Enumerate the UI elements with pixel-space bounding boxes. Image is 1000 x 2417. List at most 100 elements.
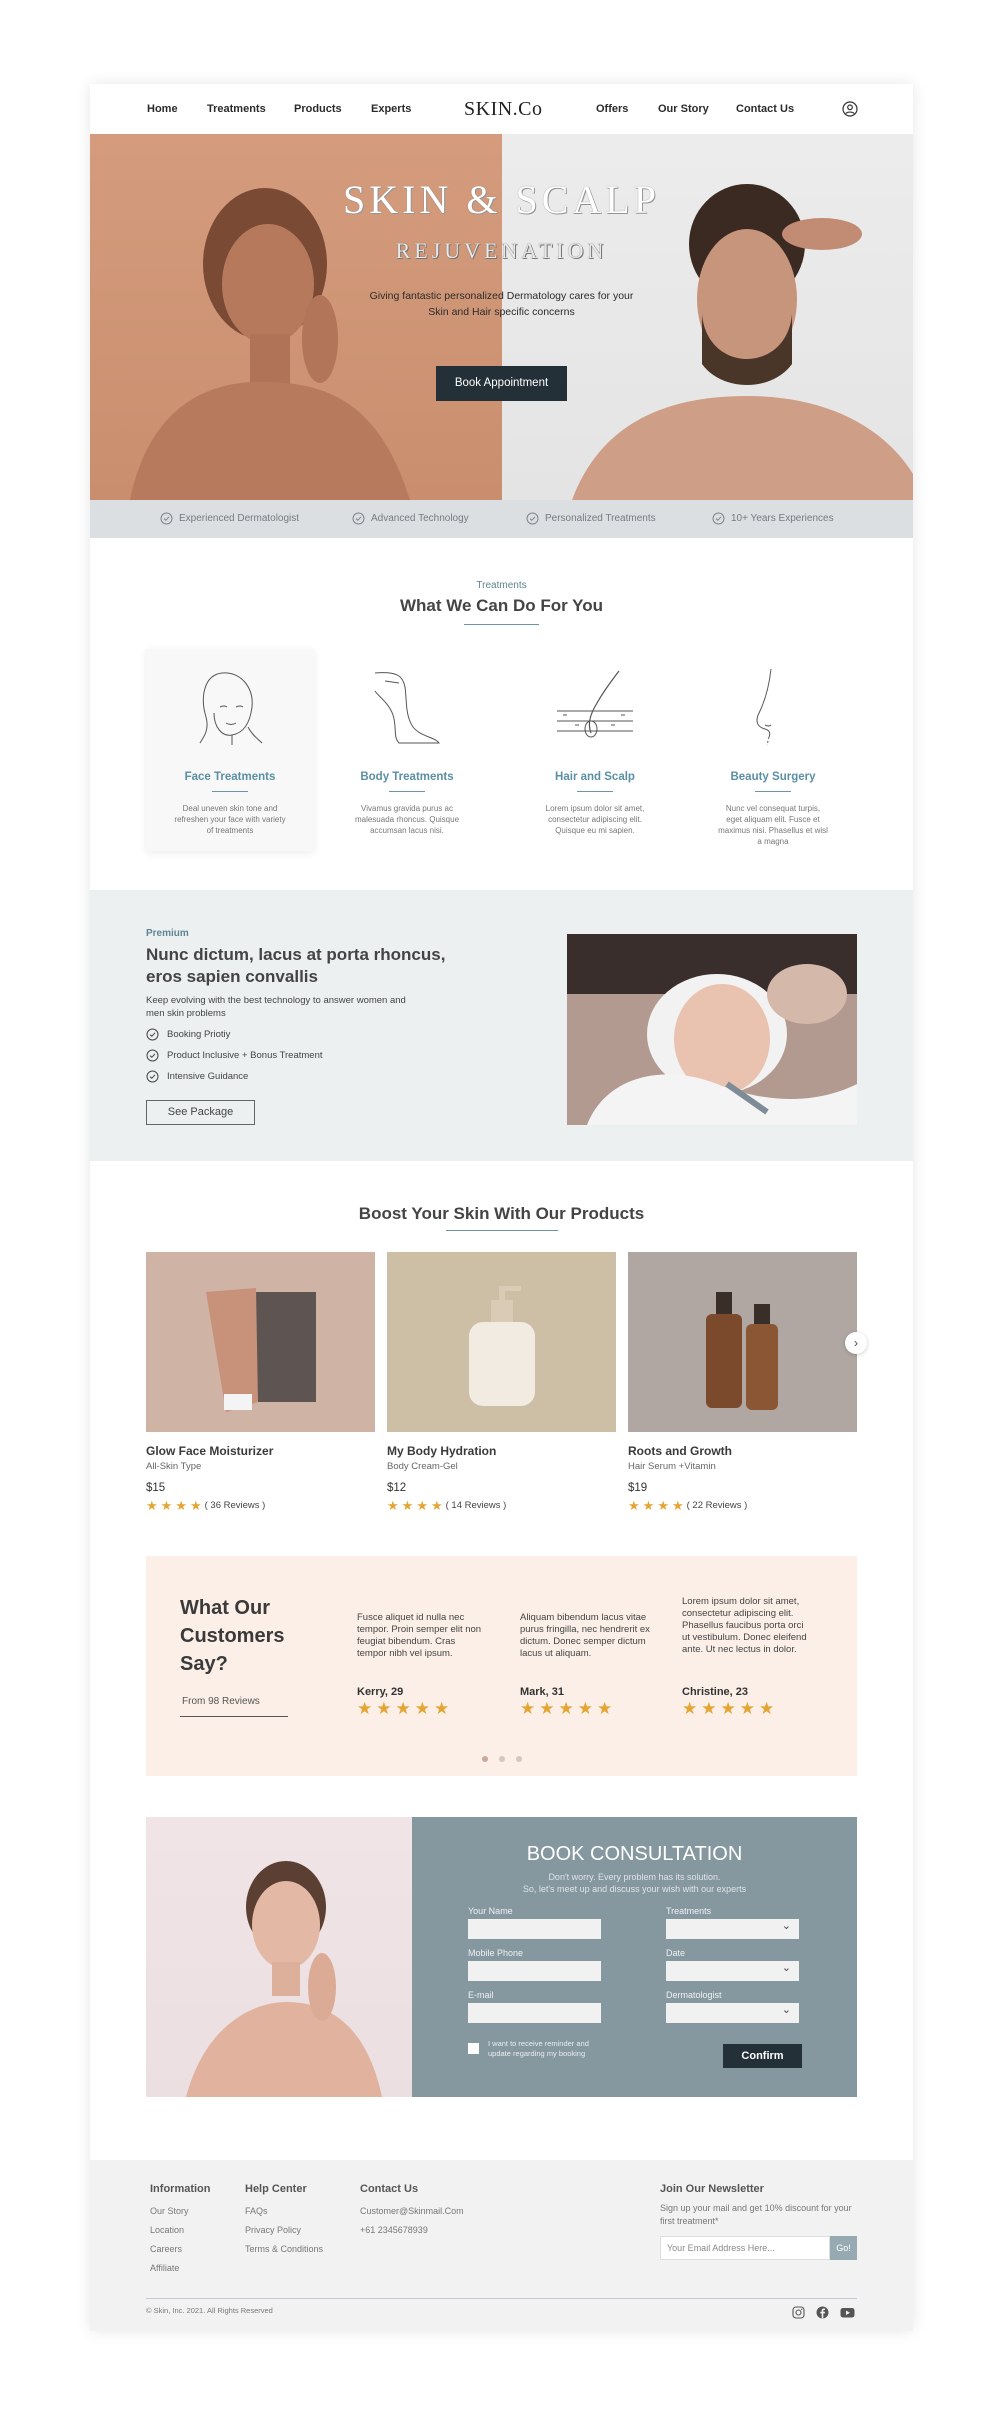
star-icon: ★ <box>357 1699 373 1718</box>
product-card[interactable]: Glow Face Moisturizer All-Skin Type $15 … <box>146 1252 375 1512</box>
see-package-button[interactable]: See Package <box>146 1100 255 1125</box>
check-circle-icon <box>160 512 173 525</box>
footer-link[interactable]: Careers <box>150 2244 182 2254</box>
dermatologist-select[interactable] <box>666 2003 799 2023</box>
carousel-dot[interactable] <box>499 1756 505 1762</box>
testimonial-author: Mark, 31 <box>520 1686 565 1698</box>
star-icon: ★ <box>539 1699 555 1718</box>
treatment-name: Beauty Surgery <box>730 771 816 783</box>
treatments-title: What We Can Do For You <box>399 596 604 615</box>
footer-help-title: Help Center <box>245 2183 307 2195</box>
email-label: E-mail <box>468 1990 494 2000</box>
footer-link[interactable]: Affiliate <box>150 2263 179 2273</box>
treatments-select[interactable] <box>666 1919 799 1939</box>
footer-link[interactable]: Location <box>150 2225 184 2235</box>
star-icon: ★ <box>577 1699 593 1718</box>
nav-contact[interactable]: Contact Us <box>736 103 794 115</box>
name-field[interactable] <box>468 1919 601 1939</box>
product-type: All-Skin Type <box>146 1461 202 1472</box>
treatment-card-surgery[interactable]: Beauty Surgery Nunc vel consequat turpis… <box>689 649 857 851</box>
testimonials-title: What Our Customers Say? <box>180 1597 285 1675</box>
testimonials-count[interactable]: From 98 Reviews <box>182 1696 260 1707</box>
newsletter-go-button[interactable]: Go! <box>830 2236 857 2260</box>
date-select[interactable] <box>666 1961 799 1981</box>
carousel-dot[interactable] <box>516 1756 522 1762</box>
footer-link[interactable]: Terms & Conditions <box>245 2244 323 2254</box>
product-name[interactable]: My Body Hydration <box>387 1444 616 1458</box>
testimonial-quote: Lorem ipsum dolor sit amet, consectetur … <box>682 1596 807 1655</box>
newsletter-email-input[interactable]: Your Email Address Here... <box>660 2236 830 2260</box>
carousel-dot-active[interactable] <box>482 1756 488 1762</box>
star-icon: ★ <box>387 1498 399 1513</box>
reminder-checkbox[interactable] <box>468 2043 479 2054</box>
facial-treatment-photo <box>567 934 857 1125</box>
premium-benefit-label: Booking Priotiy <box>167 1029 231 1040</box>
star-icon: ★ <box>395 1699 411 1718</box>
testimonial-author: Christine, 23 <box>682 1686 749 1698</box>
user-circle-icon[interactable] <box>842 101 858 117</box>
star-icon: ★ <box>682 1699 698 1718</box>
treatments-eyebrow: Treatments <box>476 580 527 591</box>
footer-link[interactable]: FAQs <box>245 2206 268 2216</box>
product-card[interactable]: Roots and Growth Hair Serum +Vitamin $19… <box>628 1252 857 1512</box>
treatment-underline <box>212 791 248 792</box>
section-underline <box>446 1230 558 1231</box>
chevron-right-icon[interactable]: › <box>845 1332 867 1354</box>
nav-offers[interactable]: Offers <box>596 103 628 115</box>
nav-experts[interactable]: Experts <box>371 103 411 115</box>
check-circle-icon <box>146 1049 159 1062</box>
star-icon: ★ <box>401 1498 414 1513</box>
hero-banner: SKIN & SCALP REJUVENATION Giving fantast… <box>90 134 913 500</box>
nav-home[interactable]: Home <box>147 103 178 115</box>
nav-treatments[interactable]: Treatments <box>207 103 266 115</box>
testimonial-rating: ★ ★ ★ ★ ★ <box>520 1699 612 1718</box>
nav-our-story[interactable]: Our Story <box>658 103 709 115</box>
product-name[interactable]: Glow Face Moisturizer <box>146 1444 375 1458</box>
hero-description: Giving fantastic personalized Dermatolog… <box>369 290 634 318</box>
treatment-name: Hair and Scalp <box>555 771 635 783</box>
leg-icon <box>374 672 440 744</box>
star-icon: ★ <box>416 1498 428 1513</box>
premium-benefit-label: Product Inclusive + Bonus Treatment <box>167 1050 323 1061</box>
treatment-card-body[interactable]: Body Treatments Vivamus gravida purus ac… <box>323 649 491 851</box>
product-card[interactable]: My Body Hydration Body Cream-Gel $12 ★ ★ ★… <box>387 1252 616 1512</box>
footer-link[interactable]: Privacy Policy <box>245 2225 301 2235</box>
youtube-icon[interactable] <box>840 2306 855 2319</box>
star-icon: ★ <box>520 1699 536 1718</box>
consultation-title: BOOK CONSULTATION <box>526 1843 743 1865</box>
product-image-serum[interactable] <box>628 1252 857 1432</box>
nav-products[interactable]: Products <box>294 103 342 115</box>
treatment-card-face[interactable]: Face Treatments Deal uneven skin tone an… <box>146 649 314 851</box>
product-image-hydration[interactable] <box>387 1252 616 1432</box>
feature-item: Advanced Technology <box>352 512 469 525</box>
footer-email[interactable]: Customer@Skinmail.Com <box>360 2206 464 2216</box>
testimonial-author: Kerry, 29 <box>357 1686 404 1698</box>
confirm-button[interactable]: Confirm <box>723 2044 802 2068</box>
footer-link[interactable]: Our Story <box>150 2206 189 2216</box>
top-nav: Home Treatments Products Experts SKIN.Co… <box>90 84 913 134</box>
consultation-subtitle-line: So, let's meet up and discuss your wish … <box>522 1884 747 1894</box>
phone-field[interactable] <box>468 1961 601 1981</box>
star-icon: ★ <box>701 1699 717 1718</box>
feature-label: Experienced Dermatologist <box>179 513 300 524</box>
name-label: Your Name <box>468 1906 513 1916</box>
consultation-subtitle: Don't worry. Every problem has its solut… <box>412 1871 857 1895</box>
star-icon: ★ <box>160 1498 173 1513</box>
product-image-moisturizer[interactable] <box>146 1252 375 1432</box>
consultation-form: BOOK CONSULTATION Don't worry. Every pro… <box>412 1817 857 2097</box>
book-appointment-button[interactable]: Book Appointment <box>436 366 567 401</box>
star-icon: ★ <box>376 1699 392 1718</box>
premium-section: Premium Nunc dictum, lacus at porta rhon… <box>90 890 913 1161</box>
footer-phone[interactable]: +61 2345678939 <box>360 2225 428 2235</box>
treatment-desc: Deal uneven skin tone and refreshen your… <box>174 804 286 835</box>
email-field[interactable] <box>468 2003 601 2023</box>
instagram-icon[interactable] <box>792 2306 805 2319</box>
face-icon <box>199 672 263 745</box>
premium-description: Keep evolving with the best technology t… <box>146 995 406 1019</box>
product-name[interactable]: Roots and Growth <box>628 1444 857 1458</box>
brand-logo[interactable]: SKIN.Co <box>464 98 543 121</box>
star-icon: ★ <box>720 1699 736 1718</box>
treatment-card-hair[interactable]: Hair and Scalp Lorem ipsum dolor sit ame… <box>511 649 679 851</box>
facebook-icon[interactable] <box>816 2306 829 2319</box>
copyright-text: © Skin, Inc. 2021. All Rights Reserved <box>146 2306 273 2315</box>
